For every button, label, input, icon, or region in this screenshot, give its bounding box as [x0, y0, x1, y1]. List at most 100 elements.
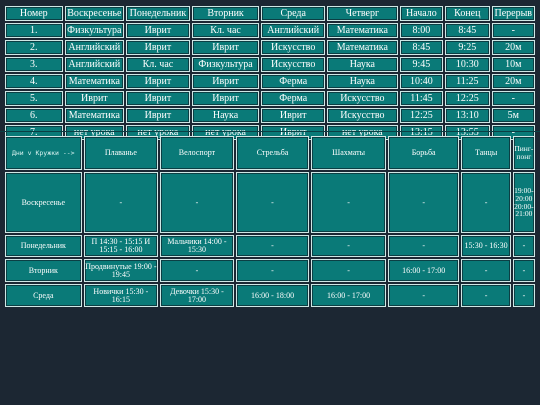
- schedule-header-cell: Вторник: [191, 6, 260, 21]
- schedule-cell: Кл. час: [191, 23, 260, 38]
- club-time-cell: -: [311, 235, 386, 257]
- club-time-cell: -: [461, 172, 511, 233]
- schedule-cell: Математика: [327, 40, 398, 55]
- club-day-cell: Среда: [5, 284, 82, 307]
- club-time-cell: -: [235, 172, 310, 233]
- club-day-cell: Воскресенье: [5, 172, 82, 233]
- schedule-cell: Математика: [327, 23, 398, 38]
- schedule-cell: Искусство: [261, 57, 325, 72]
- schedule-cell: 12:25: [399, 108, 444, 123]
- club-time-cell: -: [235, 235, 310, 257]
- schedule-header-cell: Понедельник: [126, 6, 190, 21]
- schedule-cell: 5м: [491, 108, 535, 123]
- club-header-cell: Борьба: [387, 136, 460, 170]
- schedule-cell: Наука: [191, 108, 260, 123]
- schedule-cell: 10:30: [445, 57, 490, 72]
- club-time-cell: -: [311, 172, 386, 233]
- clubs-header-row: Дни v Кружки --> Плаванье Велоспорт Стре…: [5, 136, 535, 170]
- schedule-cell: 11:45: [399, 91, 444, 106]
- schedule-cell: 12:25: [445, 91, 490, 106]
- club-time-cell: П 14:30 - 15:15 И 15:15 - 16:00: [83, 235, 159, 257]
- clubs-row: Понедельник П 14:30 - 15:15 И 15:15 - 16…: [5, 235, 535, 257]
- schedule-cell: Иврит: [261, 108, 325, 123]
- clubs-schedule-table: Дни v Кружки --> Плаванье Велоспорт Стре…: [3, 134, 537, 309]
- schedule-row: 5. Иврит Иврит Иврит Ферма Искусство 11:…: [5, 91, 535, 106]
- schedule-cell: Иврит: [126, 40, 190, 55]
- schedule-cell: Математика: [64, 108, 125, 123]
- club-time-cell: 16:00 - 17:00: [387, 259, 460, 282]
- schedule-cell: 1.: [5, 23, 63, 38]
- club-time-cell: -: [512, 259, 535, 282]
- schedule-cell: 4.: [5, 74, 63, 89]
- schedule-cell: Иврит: [126, 23, 190, 38]
- schedule-cell: Иврит: [191, 40, 260, 55]
- schedule-cell: Математика: [64, 74, 125, 89]
- schedule-cell: 11:25: [445, 74, 490, 89]
- club-day-cell: Вторник: [5, 259, 82, 282]
- club-time-cell: -: [83, 172, 159, 233]
- schedule-cell: 9:25: [445, 40, 490, 55]
- club-time-cell: -: [512, 235, 535, 257]
- schedule-cell: Иврит: [64, 91, 125, 106]
- schedule-cell: 20м: [491, 40, 535, 55]
- club-time-cell: Мальчики 14:00 - 15:30: [160, 235, 234, 257]
- schedule-cell: 2.: [5, 40, 63, 55]
- schedule-cell: Иврит: [191, 74, 260, 89]
- schedule-cell: 6.: [5, 108, 63, 123]
- schedule-cell: Английский: [64, 57, 125, 72]
- club-header-cell: Велоспорт: [160, 136, 234, 170]
- club-time-cell: Продвинутые 19:00 - 19:45: [83, 259, 159, 282]
- schedule-cell: 20м: [491, 74, 535, 89]
- schedule-cell: 13:10: [445, 108, 490, 123]
- club-time-cell: -: [387, 172, 460, 233]
- schedule-cell: -: [491, 91, 535, 106]
- schedule-cell: Искусство: [327, 108, 398, 123]
- club-time-cell: 16:00 - 18:00: [235, 284, 310, 307]
- schedule-cell: Иврит: [126, 108, 190, 123]
- club-header-cell: Танцы: [461, 136, 511, 170]
- club-time-cell: -: [461, 284, 511, 307]
- schedule-row: 1. Физкультура Иврит Кл. час Английский …: [5, 23, 535, 38]
- schedule-cell: Иврит: [126, 91, 190, 106]
- schedule-header-cell: Четверг: [327, 6, 398, 21]
- club-time-cell: -: [512, 284, 535, 307]
- schedule-cell: Наука: [327, 74, 398, 89]
- clubs-row: Среда Новички 15:30 - 16:15 Девочки 15:3…: [5, 284, 535, 307]
- club-header-cell: Шахматы: [311, 136, 386, 170]
- schedule-header-cell: Перерыв: [491, 6, 535, 21]
- table-divider: [0, 131, 540, 132]
- club-header-cell: Стрельба: [235, 136, 310, 170]
- schedule-cell: 9:45: [399, 57, 444, 72]
- club-time-cell: 19:00-20:00 20:00-21:00: [512, 172, 535, 233]
- schedule-row: 6. Математика Иврит Наука Иврит Искусств…: [5, 108, 535, 123]
- club-time-cell: -: [160, 172, 234, 233]
- schedule-cell: 8:00: [399, 23, 444, 38]
- club-time-cell: -: [160, 259, 234, 282]
- schedule-row: 3. Английский Кл. час Физкультура Искусс…: [5, 57, 535, 72]
- schedule-cell: 10:40: [399, 74, 444, 89]
- schedule-header-cell: Номер: [5, 6, 63, 21]
- days-vs-clubs-corner-label: Дни v Кружки -->: [5, 136, 82, 170]
- schedule-header-cell: Воскресенье: [64, 6, 125, 21]
- schedule-cell: 10м: [491, 57, 535, 72]
- schedule-cell: Физкультура: [64, 23, 125, 38]
- club-time-cell: -: [311, 259, 386, 282]
- club-time-cell: 15:30 - 16:30: [461, 235, 511, 257]
- schedule-header-cell: Конец: [445, 6, 490, 21]
- schedule-cell: Иврит: [191, 91, 260, 106]
- club-header-cell: Пинг-понг: [512, 136, 535, 170]
- schedule-cell: 8:45: [445, 23, 490, 38]
- club-time-cell: Новички 15:30 - 16:15: [83, 284, 159, 307]
- schedule-cell: Искусство: [327, 91, 398, 106]
- schedule-cell: Ферма: [261, 91, 325, 106]
- schedule-cell: -: [491, 23, 535, 38]
- club-day-cell: Понедельник: [5, 235, 82, 257]
- lesson-schedule-table: Номер Воскресенье Понедельник Вторник Ср…: [3, 4, 537, 142]
- clubs-row: Вторник Продвинутые 19:00 - 19:45 - - - …: [5, 259, 535, 282]
- club-time-cell: Девочки 15:30 - 17:00: [160, 284, 234, 307]
- schedule-row: 2. Английский Иврит Иврит Искусство Мате…: [5, 40, 535, 55]
- schedule-header-row: Номер Воскресенье Понедельник Вторник Ср…: [5, 6, 535, 21]
- club-time-cell: -: [235, 259, 310, 282]
- clubs-row: Воскресенье - - - - - - 19:00-20:00 20:0…: [5, 172, 535, 233]
- club-time-cell: -: [387, 284, 460, 307]
